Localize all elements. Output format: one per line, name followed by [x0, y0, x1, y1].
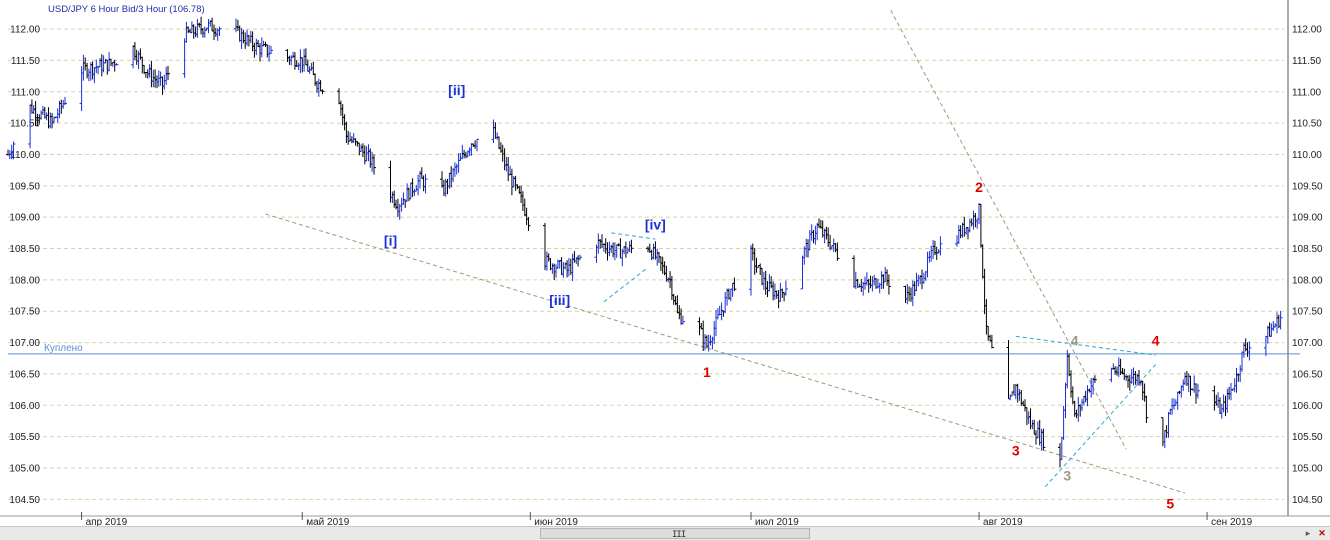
y-tick-label-left: 111.50	[11, 56, 41, 67]
wave-label: [iii]	[549, 292, 570, 308]
wave-label: 1	[703, 364, 711, 380]
close-icon[interactable]: ✕	[1316, 528, 1328, 539]
y-tick-label-right: 104.50	[1292, 495, 1323, 506]
y-tick-label-left: 111.00	[11, 87, 41, 98]
y-tick-label-left: 109.50	[9, 181, 40, 192]
scroll-right-button[interactable]: ▸	[1302, 528, 1314, 539]
y-tick-label-right: 107.00	[1292, 338, 1323, 349]
wave-label: [ii]	[448, 82, 465, 98]
y-tick-label-right: 108.00	[1292, 275, 1323, 286]
scrollbar-grip-icon: III	[672, 530, 686, 540]
y-tick-label-left: 105.00	[9, 463, 40, 474]
y-tick-label-right: 109.50	[1292, 181, 1323, 192]
y-tick-label-right: 111.50	[1292, 56, 1322, 67]
y-tick-label-right: 111.00	[1292, 87, 1322, 98]
wave-label: 4	[1152, 333, 1160, 349]
x-tick-label: апр 2019	[86, 517, 128, 526]
y-tick-label-left: 112.00	[10, 25, 40, 36]
x-tick-label: май 2019	[306, 517, 349, 526]
x-tick-label: июн 2019	[534, 517, 578, 526]
y-tick-label-left: 109.00	[9, 213, 40, 224]
chart-area[interactable]: 112.00 112.00 111.50 111.50 111.00 111.00 110.…	[0, 0, 1330, 540]
y-tick-label-left: 107.50	[9, 307, 40, 318]
y-tick-label-right: 110.00	[1292, 150, 1322, 161]
y-tick-label-right: 105.50	[1292, 432, 1323, 443]
y-tick-label-left: 106.50	[9, 369, 40, 380]
bought-price-label: Куплено	[44, 343, 83, 354]
y-tick-label-right: 112.00	[1292, 25, 1322, 36]
wave-label: 3	[1012, 442, 1020, 458]
x-tick-label: июл 2019	[755, 517, 799, 526]
y-tick-label-right: 106.00	[1292, 401, 1323, 412]
y-tick-label-left: 107.00	[9, 338, 40, 349]
y-tick-label-left: 108.50	[9, 244, 40, 255]
y-tick-label-right: 107.50	[1292, 307, 1323, 318]
y-tick-label-right: 106.50	[1292, 369, 1323, 380]
y-tick-label-left: 104.50	[9, 495, 40, 506]
y-tick-label-right: 110.50	[1292, 119, 1322, 130]
wave-label: 2	[975, 179, 983, 195]
horizontal-scrollbar[interactable]: III ▸ ✕	[0, 526, 1330, 540]
wave-label: [iv]	[645, 217, 666, 233]
wave-label: 4	[1071, 333, 1079, 349]
x-tick-label: авг 2019	[983, 517, 1023, 526]
y-tick-label-right: 108.50	[1292, 244, 1323, 255]
y-tick-label-right: 105.00	[1292, 463, 1323, 474]
y-tick-label-left: 110.00	[10, 150, 40, 161]
x-tick-label: сен 2019	[1211, 517, 1253, 526]
y-tick-label-right: 109.00	[1292, 213, 1323, 224]
wave-label: 3	[1063, 468, 1071, 484]
y-tick-label-left: 108.00	[9, 275, 40, 286]
y-tick-label-left: 105.50	[9, 432, 40, 443]
wave-label: [i]	[384, 232, 397, 248]
price-chart[interactable]: 112.00 112.00 111.50 111.50 111.00 111.00 110.…	[0, 0, 1330, 528]
wave-label: 5	[1166, 496, 1174, 512]
chart-title: USD/JPY 6 Hour Bid/3 Hour (106.78)	[48, 4, 205, 15]
y-tick-label-left: 106.00	[9, 401, 40, 412]
